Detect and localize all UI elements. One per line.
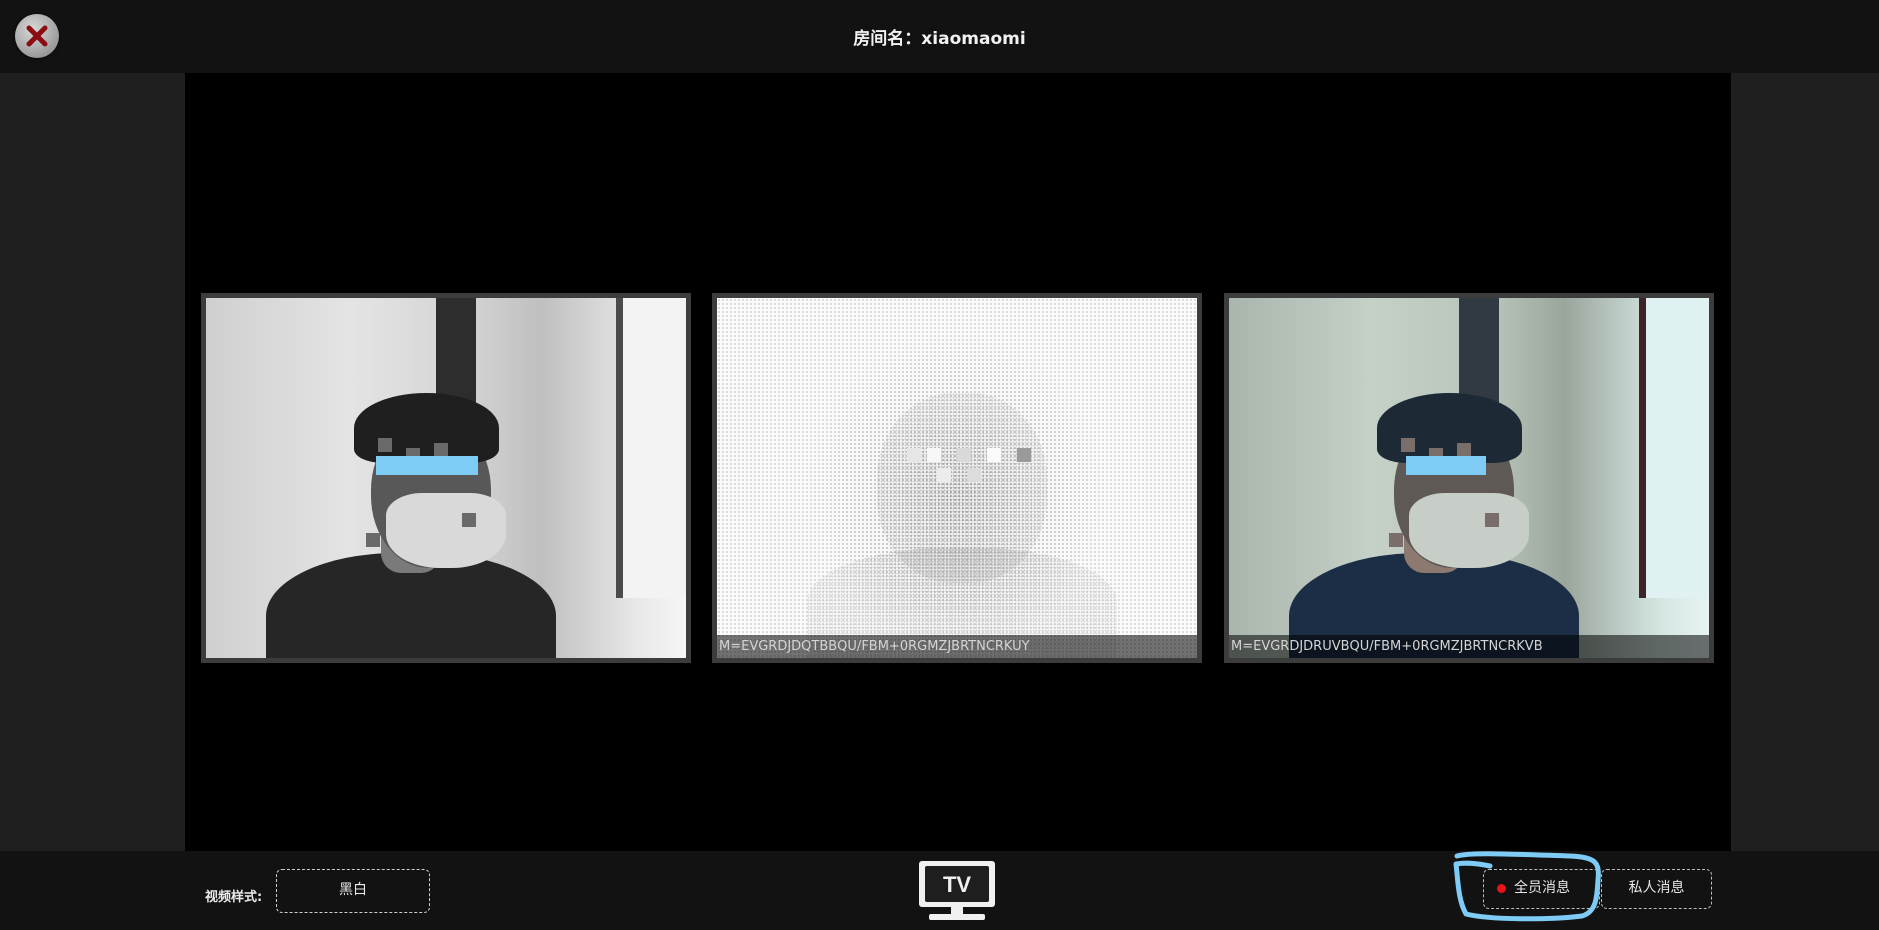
privacy-bar xyxy=(376,456,478,475)
video-frame xyxy=(206,298,686,658)
room-title: 房间名：xiaomaomi xyxy=(853,29,1026,49)
tile-caption: M=EVGRDJDQTBBQU/FBM+0RGMZJBRTNCRKUY xyxy=(717,635,1197,658)
tile-caption: M=EVGRDJDRUVBQU/FBM+0RGMZJBRTNCRKVB xyxy=(1229,635,1709,658)
video-tile-grayscale[interactable] xyxy=(201,293,691,663)
video-tile-color[interactable]: M=EVGRDJDRUVBQU/FBM+0RGMZJBRTNCRKVB xyxy=(1224,293,1714,663)
top-bar: 房间名：xiaomaomi xyxy=(0,0,1879,73)
private-messages-button[interactable]: 私人消息 xyxy=(1601,869,1712,909)
left-side-panel xyxy=(0,73,185,851)
video-frame: M=EVGRDJDQTBBQU/FBM+0RGMZJBRTNCRKUY xyxy=(717,298,1197,658)
video-style-select[interactable]: 黑白 xyxy=(276,869,430,913)
tv-label: TV xyxy=(943,872,971,897)
video-style-label: 视频样式: xyxy=(205,890,263,905)
video-room-app: 房间名：xiaomaomi M=EVGRDJDQTBBQU/FBM+0RGMZJ… xyxy=(0,0,1879,930)
all-messages-label: 全员消息 xyxy=(1514,880,1570,896)
video-frame: M=EVGRDJDRUVBQU/FBM+0RGMZJBRTNCRKVB xyxy=(1229,298,1709,658)
privacy-bar xyxy=(1406,456,1486,475)
video-tile-ascii[interactable]: M=EVGRDJDQTBBQU/FBM+0RGMZJBRTNCRKUY xyxy=(712,293,1202,663)
bottom-toolbar: 视频样式: 黑白 TV 全员消息 私人消息 xyxy=(0,851,1879,930)
right-side-panel xyxy=(1731,73,1879,851)
notification-dot xyxy=(1497,884,1506,893)
all-messages-button[interactable]: 全员消息 xyxy=(1483,869,1600,909)
tv-icon[interactable]: TV xyxy=(917,859,997,922)
